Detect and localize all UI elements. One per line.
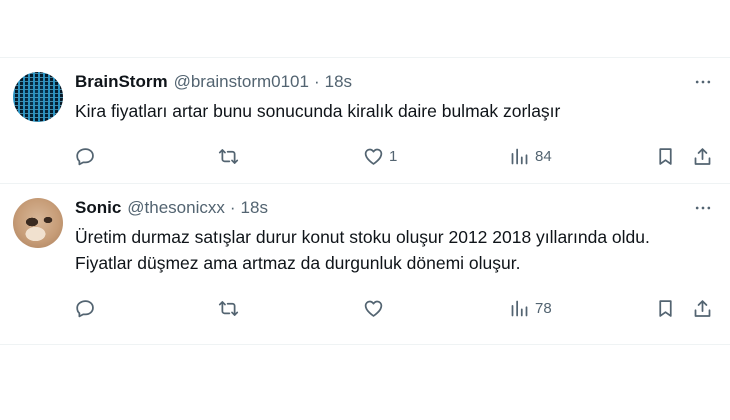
- retweet-icon: [218, 298, 239, 319]
- timestamp[interactable]: 18s: [325, 72, 352, 92]
- tweet-text: Üretim durmaz satışlar durur konut stoku…: [75, 224, 716, 276]
- views-button[interactable]: 78: [509, 296, 552, 320]
- tweet-text-line: Fiyatlar düşmez ama artmaz da durgunluk …: [75, 253, 521, 273]
- share-icon: [692, 298, 713, 319]
- divider: [0, 344, 730, 345]
- tweet[interactable]: BrainStorm @brainstorm0101 · 18s Kira fi…: [0, 58, 730, 183]
- reply-icon: [75, 298, 96, 319]
- views-icon: [509, 146, 530, 167]
- timestamp[interactable]: 18s: [241, 198, 268, 218]
- tweet-text: Kira fiyatları artar bunu sonucunda kira…: [75, 98, 716, 124]
- bookmark-icon: [655, 298, 676, 319]
- separator: ·: [313, 72, 320, 91]
- tweet-text-line: Kira fiyatları artar bunu sonucunda kira…: [75, 101, 561, 121]
- share-button[interactable]: [692, 144, 713, 168]
- bookmark-button[interactable]: [655, 296, 676, 320]
- share-icon: [692, 146, 713, 167]
- views-count: 84: [535, 147, 552, 165]
- share-button[interactable]: [692, 296, 713, 320]
- action-bar: 1 84: [75, 144, 715, 168]
- retweet-icon: [218, 146, 239, 167]
- views-count: 78: [535, 299, 552, 317]
- more-icon[interactable]: [690, 70, 716, 94]
- tweet-text-line: Üretim durmaz satışlar durur konut stoku…: [75, 227, 650, 247]
- handle[interactable]: @brainstorm0101: [174, 72, 309, 92]
- action-bar: 78: [75, 296, 715, 320]
- retweet-button[interactable]: [218, 296, 244, 320]
- avatar[interactable]: [13, 198, 63, 248]
- views-button[interactable]: 84: [509, 144, 552, 168]
- like-icon: [363, 298, 384, 319]
- retweet-button[interactable]: [218, 144, 244, 168]
- like-button[interactable]: 1: [363, 144, 397, 168]
- like-icon: [363, 146, 384, 167]
- separator: ·: [229, 198, 236, 217]
- display-name[interactable]: Sonic: [75, 198, 121, 218]
- more-icon[interactable]: [690, 196, 716, 220]
- tweet[interactable]: Sonic @thesonicxx · 18s Üretim durmaz sa…: [0, 184, 730, 344]
- reply-button[interactable]: [75, 144, 101, 168]
- handle[interactable]: @thesonicxx: [127, 198, 225, 218]
- like-count: 1: [389, 147, 398, 165]
- avatar[interactable]: [13, 72, 63, 122]
- views-icon: [509, 298, 530, 319]
- reply-button[interactable]: [75, 296, 101, 320]
- like-button[interactable]: [363, 296, 389, 320]
- bookmark-button[interactable]: [655, 144, 676, 168]
- bookmark-icon: [655, 146, 676, 167]
- display-name[interactable]: BrainStorm: [75, 72, 168, 92]
- reply-icon: [75, 146, 96, 167]
